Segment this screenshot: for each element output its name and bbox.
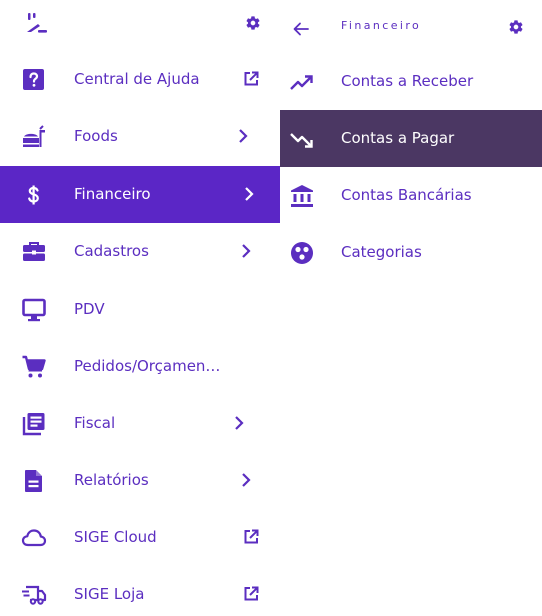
external-link-icon xyxy=(244,586,259,601)
gear-icon[interactable] xyxy=(245,15,261,31)
submenu-item-contas-a-receber[interactable]: Contas a Receber xyxy=(280,53,542,110)
trending-down-icon xyxy=(290,133,313,148)
fiscal-icon xyxy=(22,413,45,436)
trending-up-icon xyxy=(290,75,313,90)
sidebar: Central de Ajuda Foods Financeiro Cadast… xyxy=(0,0,280,616)
briefcase-icon xyxy=(23,242,45,261)
sidebar-item-central-de-ajuda[interactable]: Central de Ajuda xyxy=(0,51,280,108)
sidebar-item-label: SIGE Cloud xyxy=(74,528,157,546)
financeiro-submenu: Financeiro Contas a Receber Contas a Pag… xyxy=(280,0,542,616)
chevron-right-icon xyxy=(239,129,248,143)
chevron-right-icon xyxy=(235,416,244,430)
sidebar-item-sige-loja[interactable]: SIGE Loja xyxy=(0,566,280,616)
sidebar-item-label: Fiscal xyxy=(74,414,116,432)
monitor-icon xyxy=(22,298,46,322)
sidebar-item-cadastros[interactable]: Cadastros xyxy=(0,223,280,280)
submenu-item-label: Contas a Pagar xyxy=(341,129,455,147)
submenu-item-label: Contas Bancárias xyxy=(341,186,472,204)
cloud-icon xyxy=(21,529,47,547)
bank-icon xyxy=(291,185,313,207)
sidebar-item-pdv[interactable]: PDV xyxy=(0,281,280,338)
submenu-item-label: Categorias xyxy=(341,243,422,261)
chevron-right-icon xyxy=(242,244,251,258)
sidebar-header xyxy=(0,0,280,50)
chevron-right-icon xyxy=(242,473,251,487)
submenu-item-label: Contas a Receber xyxy=(341,72,474,90)
sidebar-item-label: PDV xyxy=(74,300,105,318)
sidebar-item-label: Foods xyxy=(74,127,118,145)
app-root: Central de Ajuda Foods Financeiro Cadast… xyxy=(0,0,542,616)
submenu-item-contas-a-pagar[interactable]: Contas a Pagar xyxy=(280,110,542,167)
sidebar-item-fiscal[interactable]: Fiscal xyxy=(0,395,280,452)
back-arrow-icon[interactable] xyxy=(292,21,310,37)
logo-icon[interactable] xyxy=(24,12,54,36)
sidebar-item-foods[interactable]: Foods xyxy=(0,108,280,165)
submenu-header: Financeiro xyxy=(280,0,542,54)
sidebar-item-label: Pedidos/Orçamen… xyxy=(74,357,221,375)
help-icon xyxy=(23,69,44,90)
sidebar-item-relatorios[interactable]: Relatórios xyxy=(0,452,280,509)
sidebar-item-sige-cloud[interactable]: SIGE Cloud xyxy=(0,509,280,566)
categories-icon xyxy=(291,242,313,264)
sidebar-item-pedidos-orcamentos[interactable]: Pedidos/Orçamen… xyxy=(0,338,280,395)
delivery-truck-icon xyxy=(22,585,47,605)
sidebar-item-label: Financeiro xyxy=(74,185,151,203)
sidebar-item-label: Central de Ajuda xyxy=(74,70,200,88)
sidebar-item-label: Relatórios xyxy=(74,471,149,489)
foods-icon xyxy=(23,125,45,147)
dollar-icon xyxy=(28,185,39,205)
sidebar-item-label: SIGE Loja xyxy=(74,585,145,603)
cart-icon xyxy=(22,355,46,378)
document-icon xyxy=(25,470,42,492)
sidebar-item-financeiro[interactable]: Financeiro xyxy=(0,166,280,223)
gear-icon[interactable] xyxy=(508,19,524,35)
submenu-title: Financeiro xyxy=(341,19,422,32)
chevron-right-icon xyxy=(245,187,254,201)
sidebar-item-label: Cadastros xyxy=(74,242,149,260)
external-link-icon xyxy=(244,71,259,86)
external-link-icon xyxy=(244,529,259,544)
submenu-item-categorias[interactable]: Categorias xyxy=(280,224,542,281)
submenu-item-contas-bancarias[interactable]: Contas Bancárias xyxy=(280,167,542,224)
